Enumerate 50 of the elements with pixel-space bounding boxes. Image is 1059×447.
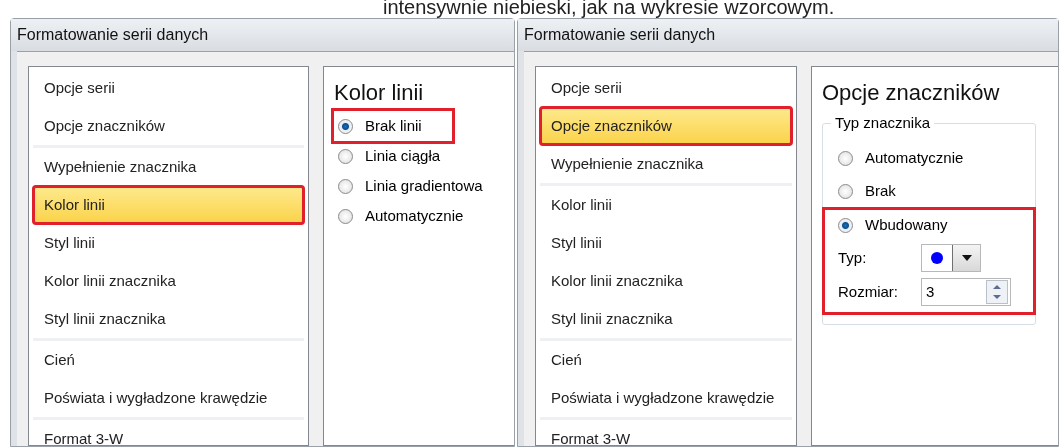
radio-option[interactable]: Linia gradientowa: [334, 171, 487, 201]
radio-button[interactable]: [338, 148, 353, 164]
radio-button[interactable]: [338, 118, 353, 134]
radio-button[interactable]: [838, 217, 853, 233]
category-item[interactable]: Format 3-W: [540, 420, 792, 447]
category-item[interactable]: Poświata i wygładzone krawędzie: [33, 379, 304, 417]
option-label: Brak: [865, 181, 896, 202]
dialog-title: Formatowanie serii danych: [518, 19, 1058, 51]
category-item[interactable]: Wypełnienie znacznika: [540, 145, 792, 183]
radio-button[interactable]: [338, 208, 353, 224]
radio-button[interactable]: [838, 184, 853, 199]
option-label: Automatycznie: [365, 205, 464, 226]
category-item[interactable]: Wypełnienie znacznika: [33, 148, 304, 186]
category-item[interactable]: Cień: [540, 341, 792, 379]
category-item[interactable]: Opcje znaczników: [540, 107, 792, 145]
category-item[interactable]: Kolor linii znacznika: [540, 262, 792, 300]
radio-button[interactable]: [338, 178, 353, 194]
category-item[interactable]: Kolor linii znacznika: [33, 262, 304, 300]
category-item[interactable]: Styl linii znacznika: [33, 300, 304, 338]
type-label: Typ:: [837, 247, 868, 268]
radio-option[interactable]: Brak linii: [334, 111, 452, 141]
radio-option[interactable]: Linia ciągła: [334, 141, 445, 171]
category-item[interactable]: Opcje serii: [33, 69, 304, 107]
option-label: Linia ciągła: [365, 145, 441, 166]
panel-heading: Opcje znaczników: [822, 79, 1001, 107]
category-item[interactable]: Cień: [33, 341, 304, 379]
caption-text: intensywnie niebieski, jak na wykresie wzorcowym.: [383, 0, 835, 18]
caret-icon: [961, 255, 972, 261]
category-item[interactable]: Styl linii: [540, 224, 792, 262]
marker-type-dropdown[interactable]: [921, 244, 981, 272]
option-label: Linia gradientowa: [365, 175, 483, 196]
category-item[interactable]: Styl linii znacznika: [540, 300, 792, 338]
radio-option[interactable]: Automatycznie: [334, 201, 468, 231]
option-label: Automatycznie: [865, 148, 964, 169]
option-label: Brak linii: [365, 115, 422, 136]
category-item[interactable]: Opcje znaczników: [33, 107, 304, 145]
spin-arrows-icon: [986, 280, 1008, 304]
option-label: Wbudowany: [865, 214, 948, 235]
category-item[interactable]: Opcje serii: [540, 69, 792, 107]
category-item[interactable]: Styl linii: [33, 224, 304, 262]
category-item[interactable]: Format 3-W: [33, 420, 304, 447]
category-item[interactable]: Poświata i wygładzone krawędzie: [540, 379, 792, 417]
size-spinner[interactable]: 3: [921, 278, 1011, 306]
size-label: Rozmiar:: [837, 281, 899, 302]
dot-marker-icon: [931, 252, 943, 264]
panel-heading: Kolor linii: [334, 79, 425, 107]
radio-button[interactable]: [838, 151, 853, 166]
dialog-title: Formatowanie serii danych: [11, 19, 514, 51]
category-item[interactable]: Kolor linii: [540, 186, 792, 224]
category-item[interactable]: Kolor linii: [33, 186, 304, 224]
